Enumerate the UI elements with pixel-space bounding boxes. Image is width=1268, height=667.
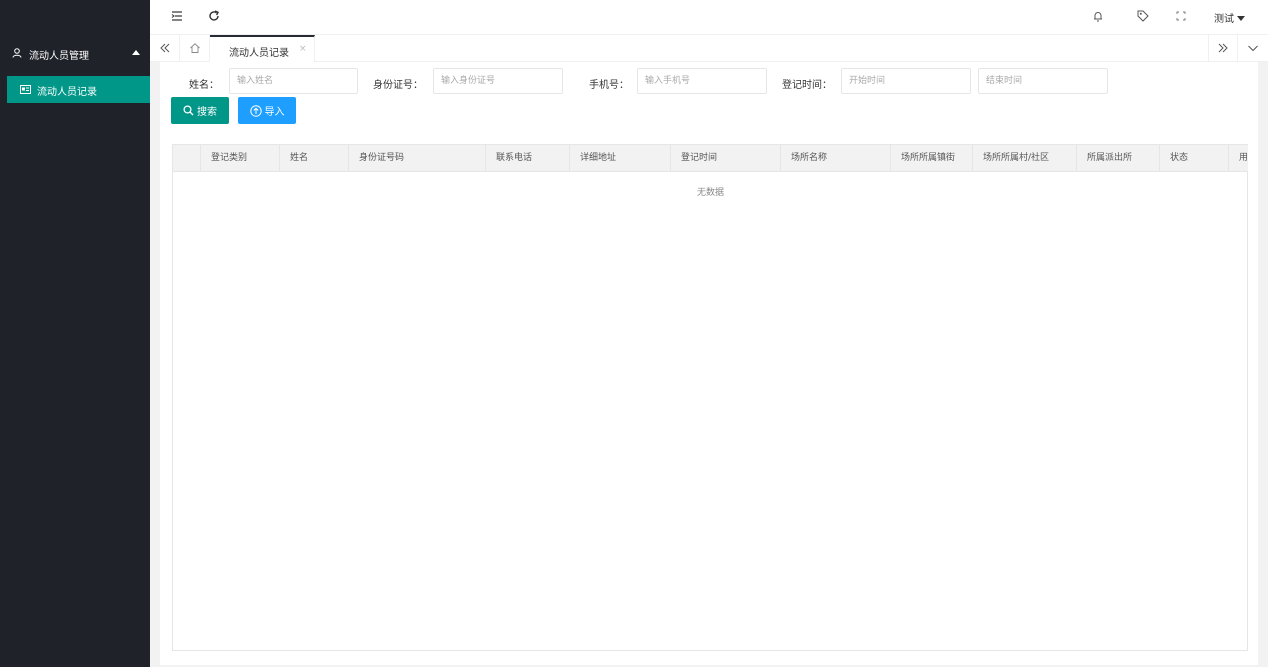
sidebar-item-mobile-personnel-records[interactable]: 流动人员记录 [7,76,150,103]
end-time-input[interactable] [978,68,1108,94]
user-icon [12,48,22,58]
empty-state-text: 无数据 [696,188,724,198]
search-icon [183,105,194,116]
table-header-cell[interactable]: 联系电话 [486,145,570,171]
sidebar-group-mobile-personnel[interactable]: 流动人员管理 [0,43,150,63]
table-header-cell[interactable]: 场所名称 [781,145,891,171]
register-time-label: 登记时间： [782,80,832,91]
table-header-cell[interactable]: 登记时间 [671,145,781,171]
tab-mobile-personnel-records[interactable]: 流动人员记录 × [210,35,315,62]
table-header-cell[interactable]: 详细地址 [570,145,671,171]
tab-options-button[interactable] [1238,35,1268,62]
caret-down-icon [1237,16,1245,21]
id-card-icon [20,85,31,94]
table-header-cell[interactable]: 身份证号码 [349,145,486,171]
search-button-label: 搜索 [197,107,217,118]
tab-scroll-left-button[interactable] [150,35,180,62]
table-header: 登记类别 姓名 身份证号码 联系电话 详细地址 登记时间 场所名称 场所所属镇街… [173,145,1248,172]
tag-icon[interactable] [1136,9,1150,23]
table-header-cell[interactable]: 所属派出所 [1077,145,1160,171]
table-header-cell[interactable]: 状态 [1160,145,1229,171]
main-panel: 姓名： 身份证号： 手机号： 登记时间： 搜索 导入 登记类别 姓名 身份证号码… [160,62,1258,665]
sidebar-group-label: 流动人员管理 [29,51,89,62]
import-button-label: 导入 [264,107,285,118]
id-number-label: 身份证号： [373,80,423,91]
caret-up-icon [132,50,140,55]
double-chevron-left-icon [159,43,169,53]
refresh-icon[interactable] [207,9,221,23]
tab-scroll-right-button[interactable] [1208,35,1238,62]
phone-label: 手机号： [589,80,629,91]
chevron-down-icon [1248,45,1258,52]
table-header-cell[interactable]: 场所所属村/社区 [973,145,1077,171]
double-chevron-right-icon [1218,43,1228,53]
user-name: 测试 [1214,14,1234,25]
sidebar: 流动人员管理 流动人员记录 [0,0,150,667]
name-input[interactable] [229,68,358,94]
records-table: 登记类别 姓名 身份证号码 联系电话 详细地址 登记时间 场所名称 场所所属镇街… [172,144,1248,651]
id-number-input[interactable] [433,68,563,94]
table-header-cell-checkbox [173,145,201,171]
table-header-cell[interactable]: 登记类别 [201,145,280,171]
home-icon [189,43,200,53]
close-icon[interactable]: × [299,44,307,54]
menu-fold-icon[interactable] [170,9,184,23]
search-button[interactable]: 搜索 [171,97,229,124]
import-button[interactable]: 导入 [238,97,296,124]
table-header-cell[interactable]: 用 [1229,145,1248,171]
phone-input[interactable] [637,68,767,94]
user-menu[interactable]: 测试 [1214,10,1245,25]
top-header: 测试 [150,0,1268,34]
bell-icon[interactable] [1091,9,1105,23]
upload-icon [249,104,262,117]
table-header-cell[interactable]: 场所所属镇街 [891,145,973,171]
start-time-input[interactable] [841,68,971,94]
table-header-cell[interactable]: 姓名 [280,145,349,171]
home-tab[interactable] [180,35,210,62]
sidebar-item-label: 流动人员记录 [37,87,97,98]
fullscreen-icon[interactable] [1174,9,1188,23]
tab-bar: 流动人员记录 × [150,34,1268,62]
name-label: 姓名： [189,80,219,91]
tab-label: 流动人员记录 [229,48,289,59]
